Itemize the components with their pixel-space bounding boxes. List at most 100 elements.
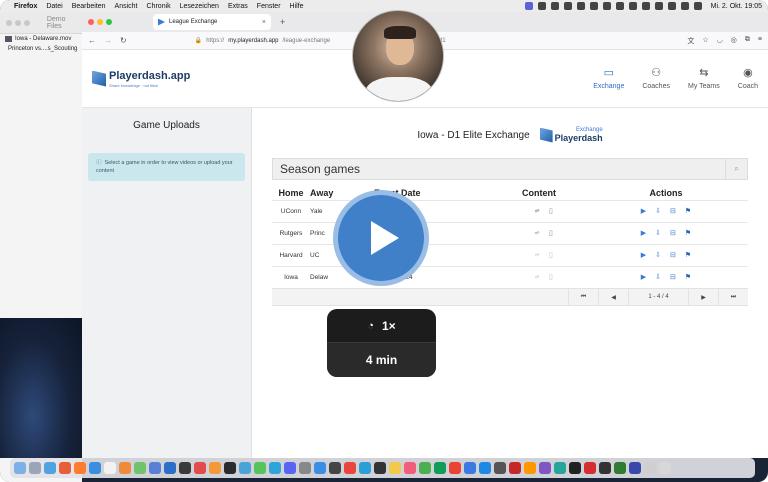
app-icon[interactable] bbox=[419, 462, 431, 474]
trash-icon[interactable] bbox=[659, 462, 671, 474]
download-icon[interactable]: ⇩ bbox=[655, 207, 661, 215]
close-window-icon[interactable] bbox=[88, 19, 94, 25]
scouting-icon[interactable]: ⩫ bbox=[534, 251, 540, 259]
control-center-icon[interactable] bbox=[693, 2, 702, 10]
menu-icon[interactable]: ≡ bbox=[758, 36, 762, 46]
last-page-button[interactable]: ⏭ bbox=[718, 289, 748, 305]
firefox-icon[interactable] bbox=[74, 462, 86, 474]
status-icon[interactable] bbox=[563, 2, 572, 10]
menu-item-help[interactable]: Hilfe bbox=[290, 3, 304, 10]
app-icon[interactable] bbox=[434, 462, 446, 474]
app-icon[interactable] bbox=[599, 462, 611, 474]
pocket-icon[interactable]: ◡ bbox=[717, 36, 723, 46]
extensions-icon[interactable]: ⧉ bbox=[745, 36, 750, 46]
app-icon[interactable] bbox=[269, 462, 281, 474]
nav-coach[interactable]: ◉ Coach bbox=[738, 67, 758, 90]
bookmark-star-icon[interactable]: ☆ bbox=[702, 36, 708, 46]
play-button[interactable] bbox=[333, 190, 429, 286]
app-icon[interactable] bbox=[119, 462, 131, 474]
status-icon[interactable] bbox=[550, 2, 559, 10]
account-icon[interactable]: ◎ bbox=[731, 36, 737, 46]
play-video-icon[interactable]: ▶ bbox=[641, 251, 646, 259]
battery-icon[interactable] bbox=[654, 2, 663, 10]
close-icon[interactable] bbox=[6, 19, 12, 26]
open-book-icon[interactable]: ⊟ bbox=[670, 273, 676, 281]
calendar-icon[interactable] bbox=[104, 462, 116, 474]
status-icon[interactable] bbox=[589, 2, 598, 10]
menu-app-name[interactable]: Firefox bbox=[14, 3, 37, 10]
forward-icon[interactable]: → bbox=[104, 36, 112, 45]
app-icon[interactable] bbox=[509, 462, 521, 474]
app-icon[interactable] bbox=[449, 462, 461, 474]
open-book-icon[interactable]: ⊟ bbox=[670, 207, 676, 215]
app-icon[interactable] bbox=[404, 462, 416, 474]
finder-icon[interactable] bbox=[14, 462, 26, 474]
scouting-icon[interactable]: ⩫ bbox=[534, 229, 540, 237]
flag-icon[interactable]: ⚑ bbox=[685, 251, 691, 259]
search-icon[interactable]: ⌕ bbox=[725, 159, 747, 179]
mail-icon[interactable] bbox=[89, 462, 101, 474]
next-page-button[interactable]: ▶ bbox=[688, 289, 718, 305]
zoom-window-icon[interactable] bbox=[106, 19, 112, 25]
open-book-icon[interactable]: ⊟ bbox=[670, 251, 676, 259]
document-icon[interactable]: ▯ bbox=[549, 251, 553, 259]
minimize-icon[interactable] bbox=[14, 19, 21, 26]
prev-page-button[interactable]: ◀ bbox=[598, 289, 628, 305]
status-icon[interactable] bbox=[602, 2, 611, 10]
first-page-button[interactable]: ⏮ bbox=[568, 289, 598, 305]
launchpad-icon[interactable] bbox=[29, 462, 41, 474]
app-icon[interactable] bbox=[494, 462, 506, 474]
back-icon[interactable]: ← bbox=[88, 36, 96, 45]
webcam-bubble[interactable] bbox=[352, 10, 444, 102]
volume-icon[interactable] bbox=[641, 2, 650, 10]
flag-icon[interactable]: ⚑ bbox=[685, 273, 691, 281]
file-item[interactable]: Iowa - Delaware.mov bbox=[0, 34, 82, 44]
downloads-icon[interactable] bbox=[644, 462, 656, 474]
menu-item-file[interactable]: Datei bbox=[46, 3, 62, 10]
menu-item-history[interactable]: Chronik bbox=[147, 3, 171, 10]
app-icon[interactable] bbox=[344, 462, 356, 474]
nav-my-teams[interactable]: ⇆ My Teams bbox=[688, 67, 720, 90]
search-icon[interactable] bbox=[680, 2, 689, 10]
menu-item-edit[interactable]: Bearbeiten bbox=[72, 3, 106, 10]
app-icon[interactable] bbox=[614, 462, 626, 474]
nav-coaches[interactable]: ⚇ Coaches bbox=[642, 67, 670, 90]
document-icon[interactable]: ▯ bbox=[549, 273, 553, 281]
table-row[interactable]: Iowa Delaw Sep 15, 2024 ⩫▯ ▶⇩⊟⚑ bbox=[272, 265, 748, 288]
col-home[interactable]: Home bbox=[272, 186, 310, 200]
open-book-icon[interactable]: ⊟ bbox=[670, 229, 676, 237]
chrome-icon[interactable] bbox=[59, 462, 71, 474]
app-icon[interactable] bbox=[179, 462, 191, 474]
app-icon[interactable] bbox=[134, 462, 146, 474]
app-icon[interactable] bbox=[629, 462, 641, 474]
app-icon[interactable] bbox=[374, 462, 386, 474]
app-icon[interactable] bbox=[149, 462, 161, 474]
menu-item-window[interactable]: Fenster bbox=[257, 3, 281, 10]
menu-item-tools[interactable]: Extras bbox=[228, 3, 248, 10]
github-icon[interactable] bbox=[569, 462, 581, 474]
app-icon[interactable] bbox=[209, 462, 221, 474]
app-icon[interactable] bbox=[359, 462, 371, 474]
app-icon[interactable] bbox=[254, 462, 266, 474]
play-video-icon[interactable]: ▶ bbox=[641, 229, 646, 237]
reload-icon[interactable]: ↻ bbox=[120, 36, 127, 45]
app-icon[interactable] bbox=[224, 462, 236, 474]
app-icon[interactable] bbox=[464, 462, 476, 474]
nav-exchange[interactable]: ▭ Exchange bbox=[593, 67, 624, 90]
status-icon[interactable] bbox=[628, 2, 637, 10]
app-icon[interactable] bbox=[329, 462, 341, 474]
menu-clock[interactable]: Mi. 2. Okt. 19:05 bbox=[711, 3, 762, 10]
app-icon[interactable] bbox=[314, 462, 326, 474]
zoom-icon[interactable] bbox=[23, 19, 30, 26]
file-item[interactable]: Princeton vs....s_Scouting bbox=[0, 44, 82, 54]
app-icon[interactable] bbox=[239, 462, 251, 474]
safari-icon[interactable] bbox=[44, 462, 56, 474]
app-icon[interactable] bbox=[554, 462, 566, 474]
speed-row[interactable]: ◔ 1× bbox=[327, 309, 436, 343]
flag-icon[interactable]: ⚑ bbox=[685, 229, 691, 237]
app-icon[interactable] bbox=[539, 462, 551, 474]
app-icon[interactable] bbox=[524, 462, 536, 474]
status-icon[interactable] bbox=[576, 2, 585, 10]
close-tab-icon[interactable]: × bbox=[262, 19, 266, 26]
scouting-icon[interactable]: ⩫ bbox=[534, 207, 540, 215]
